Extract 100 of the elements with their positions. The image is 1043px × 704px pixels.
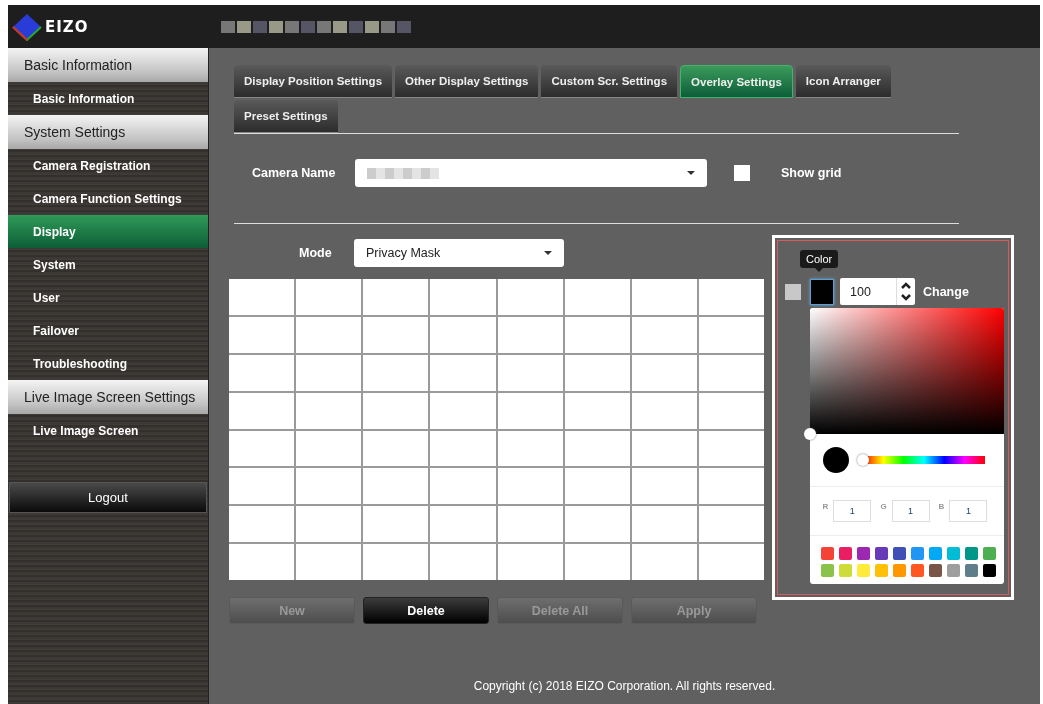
camera-name-dropdown[interactable]: [355, 159, 707, 187]
sidebar-item[interactable]: User: [8, 281, 208, 314]
mask-grid-cell[interactable]: [564, 279, 630, 315]
mask-grid-cell[interactable]: [363, 354, 429, 391]
sidebar-item[interactable]: Troubleshooting: [8, 347, 208, 380]
palette-swatch[interactable]: [929, 547, 942, 560]
palette-swatch[interactable]: [983, 564, 996, 577]
mask-grid-cell[interactable]: [564, 544, 630, 580]
sidebar-item[interactable]: Display: [8, 215, 208, 248]
saturation-handle[interactable]: [804, 428, 816, 440]
mask-grid-cell[interactable]: [564, 316, 630, 353]
mask-grid-cell[interactable]: [631, 544, 697, 580]
tab[interactable]: Icon Arranger: [795, 65, 891, 98]
mask-grid-cell[interactable]: [631, 316, 697, 353]
mask-grid-cell[interactable]: [698, 279, 764, 315]
mask-grid-cell[interactable]: [631, 430, 697, 467]
palette-swatch[interactable]: [911, 547, 924, 560]
mask-grid-cell[interactable]: [698, 430, 764, 467]
palette-swatch[interactable]: [839, 547, 852, 560]
mask-grid-cell[interactable]: [430, 468, 496, 505]
palette-swatch[interactable]: [857, 564, 870, 577]
mask-grid-cell[interactable]: [430, 279, 496, 315]
mask-grid-cell[interactable]: [497, 354, 563, 391]
tab[interactable]: Display Position Settings: [234, 65, 393, 98]
mask-grid-cell[interactable]: [430, 316, 496, 353]
palette-swatch[interactable]: [965, 547, 978, 560]
mask-grid-cell[interactable]: [363, 430, 429, 467]
mask-grid-cell[interactable]: [698, 392, 764, 429]
mask-grid-cell[interactable]: [497, 316, 563, 353]
mask-grid-cell[interactable]: [229, 354, 295, 391]
palette-swatch[interactable]: [983, 547, 996, 560]
mask-grid-cell[interactable]: [296, 506, 362, 543]
mask-grid-cell[interactable]: [363, 316, 429, 353]
mask-grid-cell[interactable]: [497, 544, 563, 580]
palette-swatch[interactable]: [839, 564, 852, 577]
channel-field[interactable]: 1: [949, 500, 988, 522]
palette-swatch[interactable]: [893, 547, 906, 560]
mask-grid-cell[interactable]: [430, 392, 496, 429]
action-button[interactable]: Delete: [363, 597, 489, 624]
mask-grid-cell[interactable]: [497, 506, 563, 543]
mask-grid-cell[interactable]: [229, 392, 295, 429]
mask-grid-cell[interactable]: [698, 544, 764, 580]
mask-grid-cell[interactable]: [631, 354, 697, 391]
mask-grid-cell[interactable]: [564, 506, 630, 543]
color-swatch[interactable]: [810, 278, 834, 305]
mask-grid-cell[interactable]: [631, 468, 697, 505]
mask-grid-cell[interactable]: [430, 544, 496, 580]
channel-field[interactable]: 1: [833, 500, 872, 522]
mask-grid-cell[interactable]: [363, 279, 429, 315]
mask-grid-cell[interactable]: [229, 468, 295, 505]
mask-grid-cell[interactable]: [296, 354, 362, 391]
saturation-area[interactable]: [810, 308, 1004, 434]
mask-grid-cell[interactable]: [430, 506, 496, 543]
hue-handle[interactable]: [857, 454, 869, 466]
palette-swatch[interactable]: [911, 564, 924, 577]
sidebar-item[interactable]: Failover: [8, 314, 208, 347]
sidebar-item[interactable]: Camera Registration: [8, 149, 208, 182]
mask-grid-cell[interactable]: [698, 354, 764, 391]
mask-grid-cell[interactable]: [631, 279, 697, 315]
mask-grid-cell[interactable]: [296, 316, 362, 353]
mask-grid-cell[interactable]: [698, 468, 764, 505]
logout-button[interactable]: Logout: [9, 482, 207, 513]
mask-grid-cell[interactable]: [564, 468, 630, 505]
mask-grid-cell[interactable]: [363, 392, 429, 429]
mask-grid-cell[interactable]: [698, 506, 764, 543]
palette-swatch[interactable]: [821, 564, 834, 577]
mask-grid-cell[interactable]: [430, 430, 496, 467]
sidebar-item[interactable]: Camera Function Settings: [8, 182, 208, 215]
mask-grid-cell[interactable]: [497, 430, 563, 467]
palette-swatch[interactable]: [929, 564, 942, 577]
mask-grid-cell[interactable]: [631, 506, 697, 543]
mask-grid-cell[interactable]: [296, 279, 362, 315]
mask-grid-cell[interactable]: [698, 316, 764, 353]
mask-grid-cell[interactable]: [363, 544, 429, 580]
palette-swatch[interactable]: [947, 547, 960, 560]
mask-grid-cell[interactable]: [497, 392, 563, 429]
mask-grid-cell[interactable]: [497, 468, 563, 505]
mask-grid-cell[interactable]: [363, 506, 429, 543]
mask-grid-cell[interactable]: [296, 544, 362, 580]
mode-dropdown[interactable]: Privacy Mask: [354, 239, 564, 267]
mask-grid-cell[interactable]: [229, 544, 295, 580]
opacity-spinbox[interactable]: 100: [840, 278, 915, 305]
mask-grid-cell[interactable]: [296, 392, 362, 429]
mask-grid-cell[interactable]: [564, 392, 630, 429]
palette-swatch[interactable]: [821, 547, 834, 560]
mask-grid-cell[interactable]: [564, 430, 630, 467]
show-grid-checkbox[interactable]: [734, 165, 750, 181]
mask-grid-cell[interactable]: [564, 354, 630, 391]
sidebar-item[interactable]: System: [8, 248, 208, 281]
palette-swatch[interactable]: [857, 547, 870, 560]
tab[interactable]: Overlay Settings: [680, 65, 793, 98]
mask-grid-cell[interactable]: [229, 506, 295, 543]
checkbox[interactable]: [785, 283, 801, 300]
palette-swatch[interactable]: [875, 547, 888, 560]
mask-grid-cell[interactable]: [430, 354, 496, 391]
mask-grid-cell[interactable]: [229, 279, 295, 315]
sidebar-item[interactable]: Basic Information: [8, 82, 208, 115]
tab[interactable]: Custom Scr. Settings: [541, 65, 678, 98]
mask-grid-cell[interactable]: [229, 430, 295, 467]
sidebar-item[interactable]: Live Image Screen: [8, 414, 208, 447]
